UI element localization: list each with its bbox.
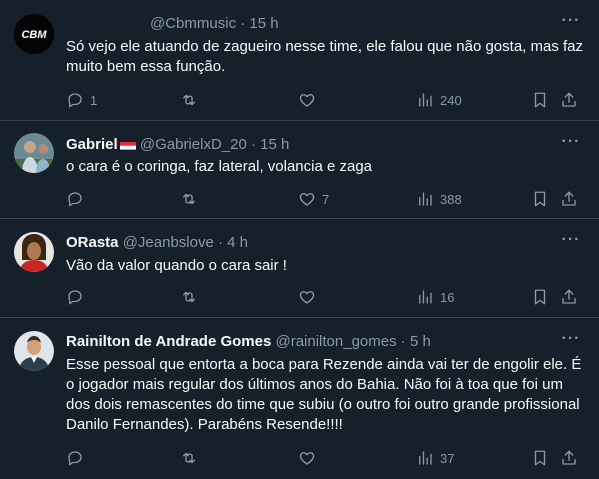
views-button[interactable]: 37 (416, 448, 454, 468)
tweet-actions: 1 240 (66, 90, 586, 110)
display-name[interactable]: ORasta (66, 234, 119, 251)
like-button[interactable]: 7 (298, 189, 329, 209)
separator-dot: · (250, 136, 256, 153)
share-icon (562, 289, 576, 304)
bookmark-icon (534, 450, 546, 466)
timestamp[interactable]: 15 h (260, 136, 289, 153)
share-button[interactable] (560, 189, 578, 209)
user-handle[interactable]: @rainilton_gomes (275, 333, 396, 350)
bookmark-button[interactable] (531, 287, 549, 307)
views-button[interactable]: 388 (416, 189, 462, 209)
user-handle[interactable]: @GabrielxD_20 (140, 136, 247, 153)
tweet-text: o cara é o coringa, faz lateral, volanci… (66, 158, 373, 175)
svg-text:CBM: CBM (21, 29, 47, 41)
tweet[interactable]: CBM @Cbmmusic · 15 h ··· Só vejo ele atu… (0, 0, 599, 121)
views-count: 37 (440, 450, 455, 466)
retweet-button[interactable] (180, 90, 204, 110)
retweet-button[interactable] (180, 448, 204, 468)
tweet-text: Só vejo ele atuando de zagueiro nesse ti… (66, 38, 584, 75)
tweet-actions: 7 388 (66, 189, 586, 209)
reply-count: 1 (90, 92, 98, 108)
tweet-header: Gabriel @GabrielxD_20 · 15 h (66, 135, 289, 155)
like-button[interactable] (298, 90, 322, 110)
views-icon (419, 451, 432, 465)
reply-icon (68, 192, 82, 207)
more-icon[interactable]: ··· (561, 134, 581, 155)
share-button[interactable] (560, 287, 578, 307)
more-icon[interactable]: ··· (561, 232, 581, 253)
tweet-text: Vão da valor quando o cara sair ! (66, 257, 287, 274)
reply-button[interactable] (66, 287, 90, 307)
views-count: 388 (440, 191, 462, 207)
like-icon (299, 452, 315, 465)
like-button[interactable] (298, 287, 322, 307)
like-count: 7 (322, 191, 330, 207)
avatar[interactable] (14, 232, 54, 272)
tweet-header: ORasta @Jeanbslove · 4 h (66, 233, 248, 253)
like-icon (299, 94, 315, 107)
share-icon (562, 92, 576, 107)
retweet-icon (183, 452, 195, 464)
replies-feed: CBM @Cbmmusic · 15 h ··· Só vejo ele atu… (0, 0, 599, 479)
share-button[interactable] (560, 448, 578, 468)
bookmark-icon (534, 92, 546, 108)
like-button[interactable] (298, 448, 322, 468)
timestamp[interactable]: 15 h (249, 15, 278, 32)
avatar[interactable] (14, 331, 54, 371)
views-icon (419, 192, 432, 206)
separator-dot: · (218, 234, 223, 251)
views-icon (419, 93, 432, 107)
user-handle[interactable]: @Jeanbslove (123, 234, 214, 251)
tweet-actions: 16 (66, 287, 586, 307)
views-count: 240 (440, 92, 462, 108)
share-icon (562, 191, 576, 206)
retweet-icon (183, 291, 195, 303)
tweet-header: Rainilton de Andrade Gomes @rainilton_go… (66, 332, 431, 352)
tweet-actions: 37 (66, 448, 586, 468)
avatar[interactable] (14, 133, 54, 173)
bookmark-icon (534, 289, 546, 305)
more-icon[interactable]: ··· (561, 13, 581, 34)
reply-icon (68, 93, 82, 108)
views-count: 16 (440, 289, 455, 305)
display-name[interactable]: Rainilton de Andrade Gomes (66, 333, 271, 350)
views-button[interactable]: 240 (416, 90, 462, 110)
more-icon[interactable]: ··· (561, 331, 581, 352)
bookmark-button[interactable] (531, 448, 549, 468)
views-button[interactable]: 16 (416, 287, 454, 307)
tweet[interactable]: Gabriel @GabrielxD_20 · 15 h ··· o cara … (0, 121, 599, 219)
share-button[interactable] (560, 90, 578, 110)
reply-icon (68, 290, 82, 305)
tweet[interactable]: Rainilton de Andrade Gomes @rainilton_go… (0, 318, 599, 479)
separator-dot: · (240, 15, 246, 32)
reply-button[interactable] (66, 189, 90, 209)
like-icon (299, 291, 315, 304)
bookmark-button[interactable] (531, 90, 549, 110)
views-icon (419, 290, 432, 304)
bookmark-icon (534, 191, 546, 207)
avatar[interactable]: CBM (14, 14, 54, 54)
display-name[interactable]: Gabriel (66, 136, 118, 153)
share-icon (562, 450, 576, 465)
user-handle[interactable]: @Cbmmusic (150, 15, 236, 32)
timestamp[interactable]: 5 h (410, 333, 431, 350)
retweet-icon (183, 193, 195, 205)
reply-button[interactable]: 1 (66, 90, 97, 110)
reply-button[interactable] (66, 448, 90, 468)
tweet[interactable]: ORasta @Jeanbslove · 4 h ··· Vão da valo… (0, 219, 599, 318)
timestamp[interactable]: 4 h (227, 234, 248, 251)
flag-icon (119, 139, 136, 150)
like-icon (299, 193, 315, 206)
retweet-icon (183, 94, 195, 106)
retweet-button[interactable] (180, 189, 204, 209)
retweet-button[interactable] (180, 287, 204, 307)
reply-icon (68, 451, 82, 466)
tweet-header: @Cbmmusic · 15 h (66, 14, 279, 34)
separator-dot: · (400, 333, 406, 350)
tweet-text: Esse pessoal que entorta a boca para Rez… (66, 356, 582, 433)
bookmark-button[interactable] (531, 189, 549, 209)
